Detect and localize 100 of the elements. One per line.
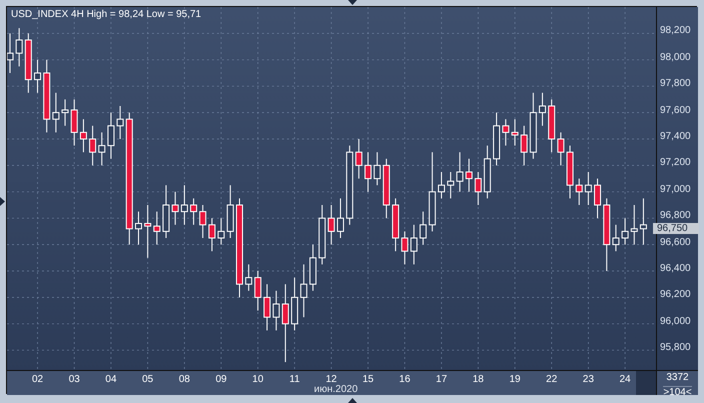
candlestick	[612, 224, 620, 252]
candlestick	[392, 198, 400, 252]
price-label: 96,800	[660, 211, 691, 222]
date-label: 11	[289, 375, 300, 385]
date-label: 24	[619, 375, 631, 385]
candlestick	[135, 211, 142, 246]
candlestick	[62, 98, 69, 126]
candlestick	[218, 218, 225, 246]
candlestick	[355, 138, 362, 180]
candlestick	[511, 118, 518, 146]
date-label: 09	[216, 375, 227, 385]
price-label: 96,000	[660, 316, 691, 327]
last-price-tag: 96,750	[653, 222, 699, 234]
candlestick	[374, 152, 381, 186]
candlestick	[502, 118, 510, 146]
candlestick	[456, 152, 464, 192]
chart-title: USD_INDEX 4H High = 98,24 Low = 95,71	[11, 10, 202, 20]
candlestick	[557, 132, 564, 166]
candlestick	[594, 178, 602, 219]
candlestick	[538, 92, 546, 126]
date-label: 12	[326, 375, 337, 385]
candlestick	[420, 211, 427, 246]
candlestick	[630, 204, 638, 246]
candlestick	[401, 230, 408, 265]
candlestick	[576, 178, 583, 206]
candlestick	[640, 198, 647, 246]
date-label: 23	[582, 375, 594, 385]
candlestick	[153, 211, 160, 246]
candlestick	[474, 172, 482, 206]
date-label: 05	[142, 375, 154, 385]
candlestick	[447, 172, 454, 199]
candlestick	[7, 32, 14, 74]
candlestick	[98, 132, 106, 166]
candlestick	[254, 270, 262, 312]
candlestick	[336, 198, 344, 238]
candlestick	[622, 218, 629, 246]
visible-range: >104<	[663, 386, 692, 398]
price-label: 96,600	[660, 238, 691, 248]
candlestick	[116, 106, 124, 140]
date-label: 15	[362, 375, 374, 385]
candlestick	[548, 98, 556, 153]
date-label: 08	[178, 375, 190, 385]
price-label: 97,800	[660, 79, 691, 90]
candlestick	[410, 224, 418, 265]
left-arrow-icon[interactable]	[0, 197, 5, 206]
price-label: 97,200	[660, 158, 691, 168]
candlestick	[16, 28, 23, 67]
scroll-thumb[interactable]	[636, 371, 656, 395]
candlestick	[484, 145, 491, 199]
candlestick	[520, 125, 528, 166]
candlestick	[180, 184, 188, 226]
candlestick	[80, 118, 87, 153]
candlestick	[107, 112, 114, 160]
date-label: 18	[472, 375, 484, 385]
candlestick	[144, 204, 152, 258]
candlestick	[566, 145, 574, 199]
bottom-arrow-icon[interactable]	[348, 398, 357, 403]
date-label: 16	[399, 375, 410, 385]
date-label: 10	[252, 375, 264, 385]
candlestick	[245, 264, 252, 292]
candlestick	[364, 152, 372, 192]
candlestick	[70, 98, 78, 146]
candlestick	[493, 112, 500, 166]
candlestick	[309, 244, 316, 292]
candlestick	[272, 290, 280, 331]
candlestick	[264, 284, 271, 331]
candlestick	[291, 277, 298, 331]
candlestick	[52, 92, 60, 133]
date-label: 22	[546, 375, 558, 385]
month-label: июн.2020	[314, 385, 358, 395]
date-label: 03	[68, 375, 80, 385]
candlestick	[584, 172, 592, 206]
date-label: 17	[436, 375, 448, 385]
date-label: 04	[105, 375, 117, 385]
price-label: 98,200	[660, 26, 691, 36]
top-arrow-icon[interactable]	[348, 0, 357, 5]
candlestick	[328, 204, 335, 246]
candlestick	[318, 204, 326, 265]
price-label: 97,000	[660, 184, 691, 195]
candlestick	[382, 158, 390, 219]
candlestick	[438, 172, 445, 199]
price-label: 95,800	[660, 343, 691, 354]
candlestick	[190, 198, 198, 226]
date-label: 19	[509, 375, 520, 385]
candlestick	[226, 184, 234, 238]
price-label: 96,200	[660, 290, 691, 300]
price-label: 97,400	[660, 132, 691, 142]
candlestick	[89, 125, 96, 166]
candlestick	[300, 264, 308, 318]
candlestick	[34, 59, 42, 94]
price-label: 96,400	[660, 264, 691, 274]
candlestick	[208, 218, 216, 252]
candlestick	[466, 158, 472, 192]
candlestick	[530, 92, 537, 160]
candlestick	[162, 184, 170, 238]
candlestick	[172, 191, 179, 226]
candlestick	[24, 32, 32, 94]
candlestick	[199, 204, 206, 238]
price-label: 98,000	[660, 52, 691, 63]
date-label: 02	[32, 375, 44, 385]
